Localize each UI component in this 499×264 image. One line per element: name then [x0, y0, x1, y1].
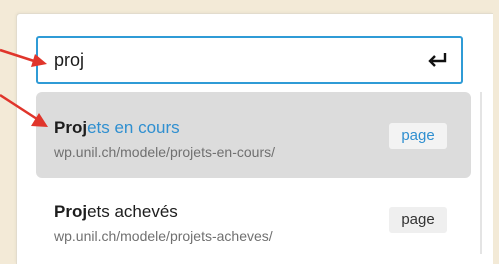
dropdown-scrollbar[interactable] [480, 92, 482, 254]
result-item-selected[interactable]: Projets en cours wp.unil.ch/modele/proje… [36, 92, 471, 178]
search-field[interactable]: proj [36, 36, 463, 84]
result-title-rest: ets achevés [87, 202, 178, 221]
result-title-rest: ets en cours [87, 118, 180, 137]
result-title-match: Proj [54, 118, 88, 137]
result-url: wp.unil.ch/modele/projets-en-cours/ [54, 144, 275, 160]
result-title: Projets en cours [54, 118, 180, 138]
result-type-badge: page [389, 123, 447, 149]
result-item[interactable]: Projets achevés wp.unil.ch/modele/projet… [36, 176, 471, 262]
search-input[interactable]: proj [54, 38, 84, 82]
return-key-icon[interactable] [427, 50, 449, 70]
result-title-match: Proj [54, 202, 88, 221]
result-type-badge: page [389, 207, 447, 233]
result-url: wp.unil.ch/modele/projets-acheves/ [54, 228, 273, 244]
result-title: Projets achevés [54, 202, 178, 222]
search-results-dropdown: Projets en cours wp.unil.ch/modele/proje… [36, 92, 476, 262]
